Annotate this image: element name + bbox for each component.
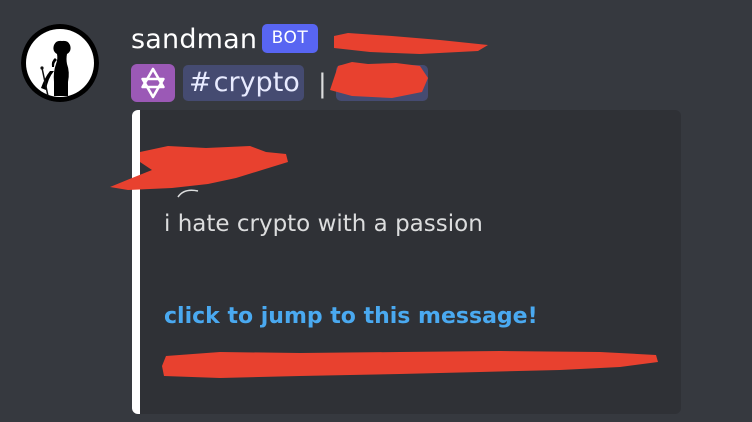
embed-accent-bar <box>132 110 140 414</box>
quote-embed: i hate crypto with a passion click to ju… <box>132 110 681 414</box>
channel-name: crypto <box>213 67 300 98</box>
avatar-image <box>21 24 99 102</box>
channel-mention[interactable]: #crypto <box>183 65 304 101</box>
redaction-mark-header <box>334 33 488 54</box>
quoted-message-text: i hate crypto with a passion <box>164 211 483 237</box>
star-of-david-icon <box>131 64 175 102</box>
jump-to-message-link[interactable]: click to jump to this message! <box>164 302 538 332</box>
author-name[interactable]: sandman <box>131 24 257 56</box>
separator: | <box>318 69 327 99</box>
discord-message: sandman BOT #crypto | i hate crypto with… <box>0 0 752 422</box>
avatar[interactable] <box>21 24 99 102</box>
channel-hash-icon: # <box>189 67 212 98</box>
embed-author-icon <box>177 189 199 198</box>
redacted-mention[interactable] <box>336 65 428 101</box>
bot-tag: BOT <box>262 24 318 53</box>
